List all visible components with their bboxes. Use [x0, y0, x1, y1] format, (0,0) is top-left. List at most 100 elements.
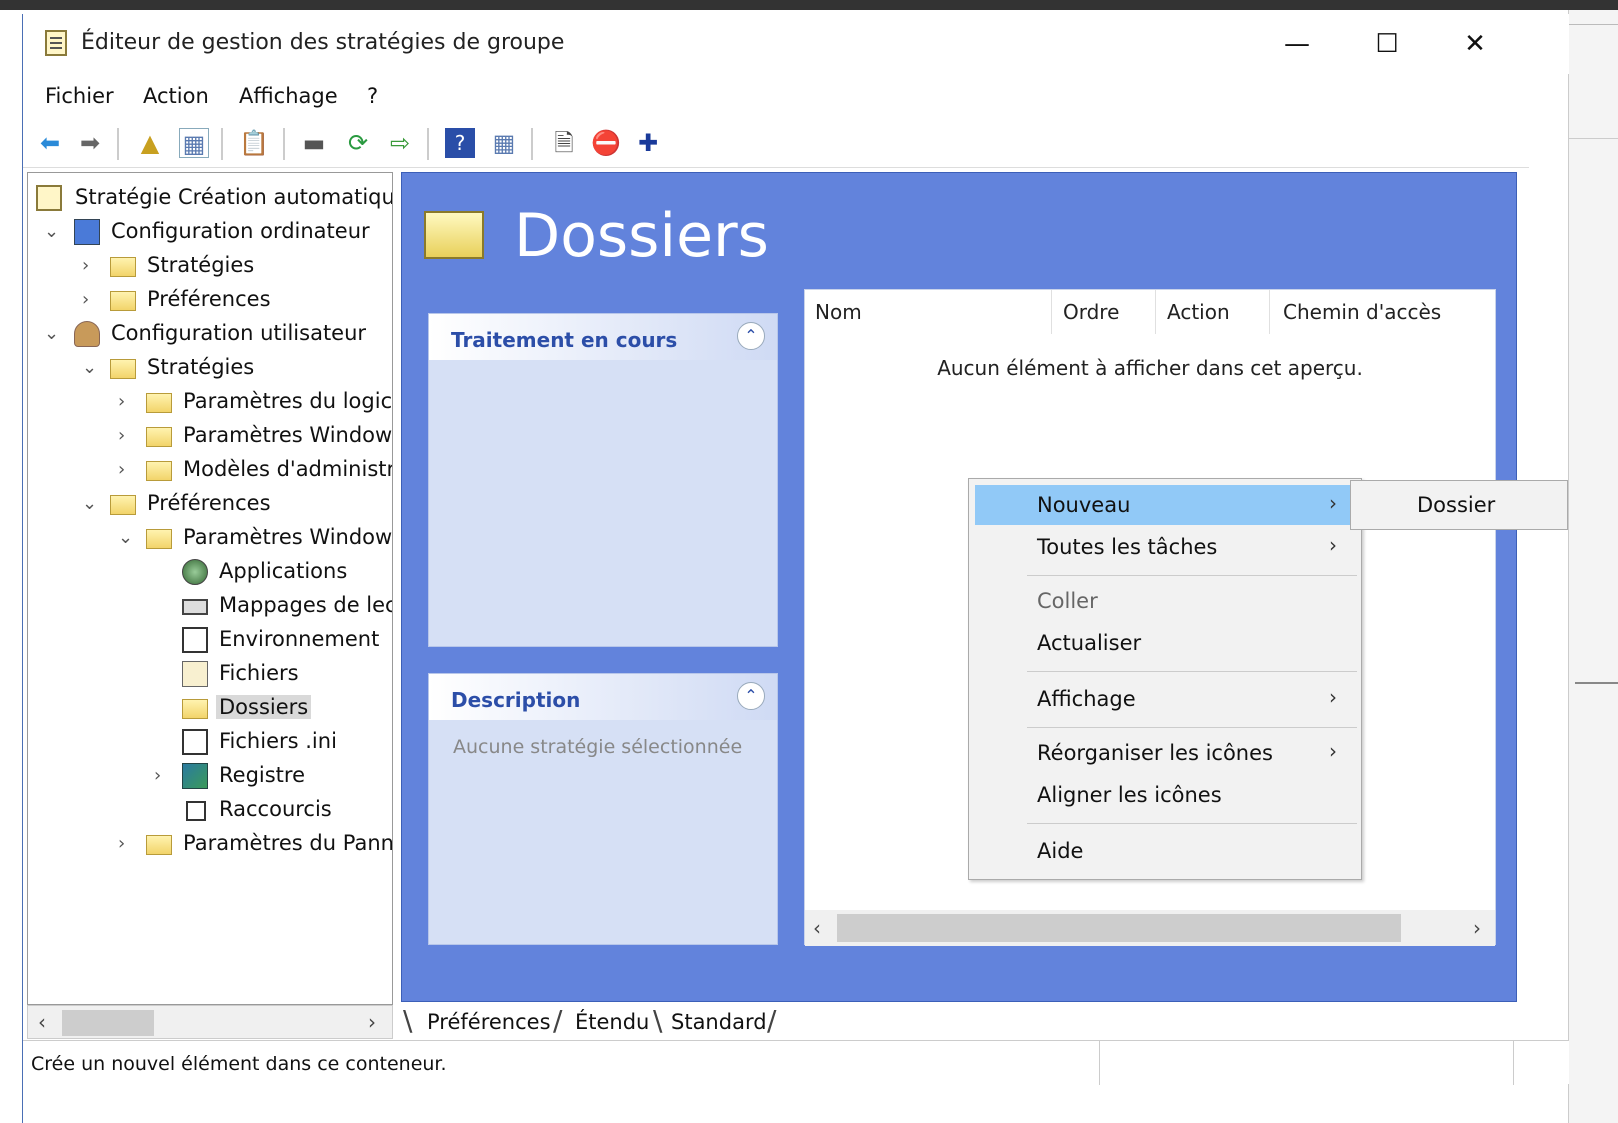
menu-item-arrange-icons[interactable]: Réorganiser les icônes ›	[975, 733, 1355, 773]
folder-icon	[110, 359, 136, 379]
network-drive-icon	[182, 599, 208, 615]
chevron-right-icon: ›	[1329, 491, 1337, 515]
gpo-editor-icon	[45, 30, 67, 56]
menu-help[interactable]: ?	[367, 84, 378, 108]
scroll-right-icon[interactable]: ›	[1473, 916, 1481, 940]
control-panel-folder-icon	[146, 835, 172, 855]
folder-icon	[146, 529, 172, 549]
chevron-right-icon[interactable]: ›	[82, 289, 100, 310]
empty-list-message: Aucun élément à afficher dans cet aperçu…	[937, 356, 1363, 380]
close-button[interactable]: ✕	[1455, 26, 1495, 62]
menu-item-help[interactable]: Aide	[975, 831, 1355, 871]
menu-item-view[interactable]: Affichage ›	[975, 679, 1355, 719]
folder-icon	[146, 393, 172, 413]
tab-standard[interactable]: Standard	[671, 1010, 767, 1034]
chevron-right-icon: ›	[1329, 739, 1337, 763]
folder-icon	[146, 427, 172, 447]
minimize-button[interactable]: —	[1277, 26, 1317, 62]
chevron-right-icon[interactable]: ›	[82, 255, 100, 276]
export-list-icon[interactable]: ⇨	[385, 128, 415, 158]
properties-icon[interactable]: 🗎	[549, 128, 579, 158]
action-pane-icon[interactable]: ▦	[489, 128, 519, 158]
scroll-left-icon[interactable]: ‹	[813, 916, 821, 940]
background-window	[1568, 10, 1618, 1123]
chevron-down-icon[interactable]: ⌄	[44, 221, 62, 242]
registry-icon	[182, 763, 208, 789]
menu-item-paste[interactable]: Coller	[975, 581, 1355, 621]
computer-icon	[74, 219, 100, 245]
maximize-button[interactable]: ☐	[1367, 26, 1407, 62]
print-icon[interactable]: ▬	[299, 128, 329, 158]
tab-preferences[interactable]: Préférences	[427, 1010, 551, 1034]
menu-separator	[1027, 671, 1357, 672]
collapse-icon[interactable]: ⌃	[737, 322, 765, 350]
user-icon	[74, 321, 100, 347]
folder-icon	[110, 291, 136, 311]
menu-item-align-icons[interactable]: Aligner les icônes	[975, 775, 1355, 815]
column-header-action[interactable]: Action	[1167, 300, 1230, 324]
context-menu: Nouveau › Toutes les tâches › Coller Act…	[968, 478, 1362, 880]
chevron-right-icon[interactable]: ›	[118, 833, 136, 854]
add-icon[interactable]: ✚	[633, 128, 663, 158]
list-horizontal-scrollbar[interactable]: ‹ ›	[805, 910, 1495, 946]
chevron-down-icon[interactable]: ⌄	[44, 323, 62, 344]
new-submenu: Dossier	[1350, 480, 1568, 530]
menu-bar: Fichier Action Affichage ?	[23, 76, 1569, 118]
menu-item-new[interactable]: Nouveau ›	[975, 485, 1355, 525]
scrollbar-thumb[interactable]	[837, 914, 1401, 942]
back-icon[interactable]: ⬅	[35, 128, 65, 158]
list-header: Nom Ordre Action Chemin d'accès	[805, 290, 1495, 334]
chevron-right-icon[interactable]: ›	[154, 765, 172, 786]
chevron-down-icon[interactable]: ⌄	[82, 493, 100, 514]
page-title: Dossiers	[514, 201, 769, 271]
shortcut-icon	[186, 801, 206, 821]
menu-item-all-tasks[interactable]: Toutes les tâches ›	[975, 527, 1355, 567]
chevron-right-icon[interactable]: ›	[118, 459, 136, 480]
scroll-right-icon[interactable]: ›	[368, 1010, 376, 1034]
column-header-order[interactable]: Ordre	[1063, 300, 1119, 324]
refresh-icon[interactable]: ⟳	[343, 128, 373, 158]
menu-item-refresh[interactable]: Actualiser	[975, 623, 1355, 663]
submenu-item-folder[interactable]: Dossier	[1417, 493, 1495, 517]
chevron-down-icon[interactable]: ⌄	[82, 357, 100, 378]
menu-separator	[1027, 575, 1357, 576]
new-folder-icon	[182, 699, 208, 719]
menu-view[interactable]: Affichage	[239, 84, 338, 108]
menu-file[interactable]: Fichier	[45, 84, 114, 108]
collapse-icon[interactable]: ⌃	[737, 682, 765, 710]
up-folder-icon[interactable]: ▲	[135, 128, 165, 158]
title-bar: Éditeur de gestion des stratégies de gro…	[23, 14, 1569, 74]
scrollbar-thumb[interactable]	[62, 1010, 154, 1036]
processing-panel: Traitement en cours ⌃	[428, 313, 778, 647]
status-bar: Crée un nouvel élément dans ce conteneur…	[23, 1040, 1569, 1085]
forward-icon[interactable]: ➡	[75, 128, 105, 158]
description-panel-title: Description	[451, 688, 581, 712]
toolbar: ⬅ ➡ ▲ ▦ 📋 ▬ ⟳ ⇨ ? ▦ 🗎 ⛔ ✚	[23, 118, 1529, 168]
menu-action[interactable]: Action	[143, 84, 209, 108]
menu-separator	[1027, 823, 1357, 824]
help-icon[interactable]: ?	[445, 128, 475, 158]
tab-extended[interactable]: Étendu	[575, 1010, 649, 1034]
scroll-left-icon[interactable]: ‹	[38, 1010, 46, 1034]
clipboard-icon[interactable]: 📋	[239, 128, 269, 158]
chevron-right-icon[interactable]: ›	[118, 425, 136, 446]
chevron-down-icon[interactable]: ⌄	[118, 527, 136, 548]
description-panel: Description ⌃ Aucune stratégie sélection…	[428, 673, 778, 945]
show-hide-tree-icon[interactable]: ▦	[179, 128, 209, 158]
folder-icon	[110, 257, 136, 277]
status-text: Crée un nouvel élément dans ce conteneur…	[31, 1053, 447, 1075]
chevron-right-icon[interactable]: ›	[118, 391, 136, 412]
files-icon	[182, 661, 208, 687]
tree-horizontal-scrollbar[interactable]: ‹ ›	[27, 1005, 393, 1039]
menu-separator	[1027, 727, 1357, 728]
console-tree: Stratégie Création automatique ⌄ Configu…	[27, 172, 393, 1005]
folder-icon	[110, 495, 136, 515]
column-header-name[interactable]: Nom	[815, 300, 862, 324]
stop-icon[interactable]: ⛔	[591, 128, 621, 158]
folder-icon	[146, 461, 172, 481]
description-text: Aucune stratégie sélectionnée	[453, 736, 743, 758]
desktop-top-strip	[0, 0, 1618, 10]
applications-icon	[182, 559, 208, 585]
column-header-path[interactable]: Chemin d'accès	[1283, 300, 1441, 324]
environment-icon	[182, 627, 208, 653]
